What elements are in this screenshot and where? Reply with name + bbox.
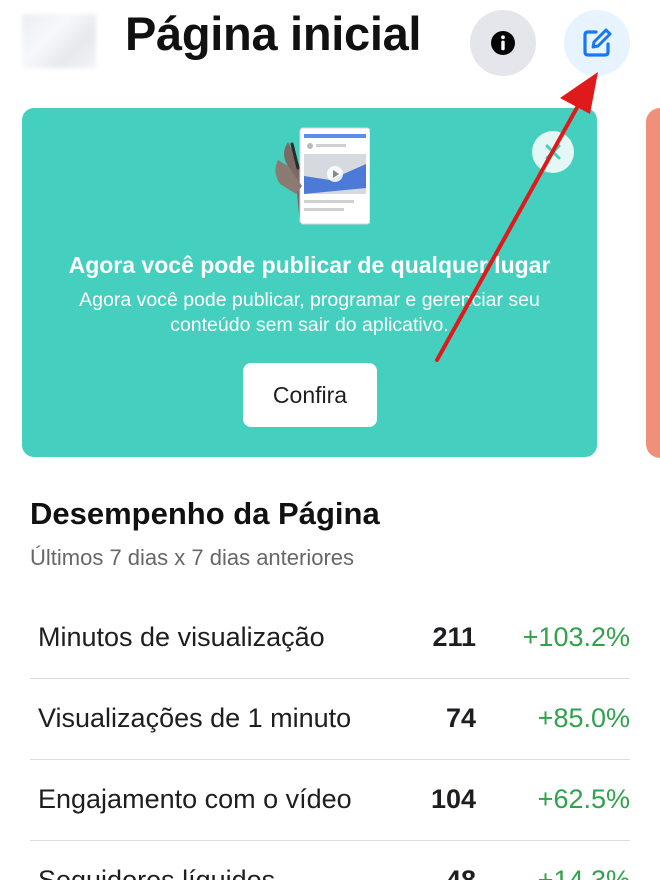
metric-change: +14.3%	[537, 865, 630, 880]
promo-card[interactable]: Agora você pode publicar de qualquer lug…	[22, 108, 597, 457]
metric-label: Engajamento com o vídeo	[38, 784, 352, 814]
metric-value: 74	[445, 703, 476, 733]
metric-row[interactable]: Minutos de visualização 211 +103.2%	[30, 598, 630, 679]
info-button[interactable]	[470, 10, 536, 76]
metric-change: +85.0%	[537, 703, 630, 733]
metric-change: +103.2%	[522, 622, 630, 652]
metrics-list: Minutos de visualização 211 +103.2% Visu…	[30, 598, 630, 880]
metric-row[interactable]: Seguidores líquidos 48 +14.3%	[30, 841, 630, 880]
metric-label: Seguidores líquidos	[38, 865, 276, 880]
publishing-illustration	[275, 127, 370, 225]
close-icon	[545, 144, 561, 160]
metric-row[interactable]: Visualizações de 1 minuto 74 +85.0%	[30, 679, 630, 760]
metric-value: 211	[432, 622, 476, 652]
page-title: Página inicial	[125, 7, 422, 60]
performance-title: Desempenho da Página	[30, 496, 380, 531]
info-icon	[491, 31, 515, 55]
next-card-peek[interactable]	[646, 108, 660, 458]
metric-change: +62.5%	[537, 784, 630, 814]
promo-description: Agora você pode publicar, programar e ge…	[79, 289, 540, 336]
promo-title: Agora você pode publicar de qualquer lug…	[68, 252, 551, 278]
metric-row[interactable]: Engajamento com o vídeo 104 +62.5%	[30, 760, 630, 841]
avatar[interactable]	[22, 14, 96, 68]
metric-label: Minutos de visualização	[38, 622, 325, 652]
close-promo-button[interactable]	[532, 131, 574, 173]
confira-button[interactable]: Confira	[243, 363, 377, 427]
performance-subtitle: Últimos 7 dias x 7 dias anteriores	[30, 545, 355, 570]
metric-value: 104	[430, 784, 476, 814]
metric-value: 48	[445, 865, 476, 880]
edit-icon	[583, 28, 612, 57]
metric-label: Visualizações de 1 minuto	[38, 703, 352, 733]
edit-button[interactable]	[564, 10, 630, 76]
